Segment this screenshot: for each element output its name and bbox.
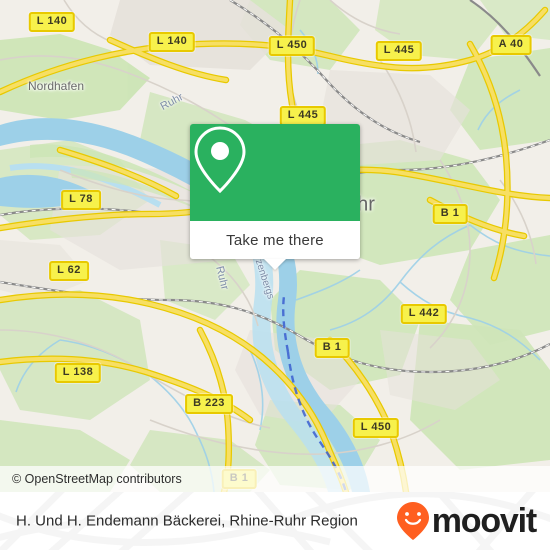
road-shield[interactable]: L 140: [28, 12, 76, 32]
place-label-nordhafen: Nordhafen: [27, 79, 85, 93]
map-screenshot: Ruhr Ruhr Schwarzenbergs Nordhafen hr L …: [0, 0, 550, 550]
map-canvas[interactable]: Ruhr Ruhr Schwarzenbergs Nordhafen hr L …: [0, 0, 550, 492]
road-shield[interactable]: L 450: [352, 418, 400, 438]
road-shield[interactable]: L 442: [400, 304, 448, 324]
road-shield[interactable]: L 445: [279, 106, 327, 126]
page-title: H. Und H. Endemann Bäckerei, Rhine-Ruhr …: [16, 512, 358, 530]
attribution-text: © OpenStreetMap contributors: [12, 472, 182, 486]
take-me-there-button[interactable]: Take me there: [190, 221, 360, 259]
road-shield[interactable]: A 40: [490, 35, 532, 55]
road-shield[interactable]: L 138: [54, 363, 102, 383]
location-callout-card[interactable]: Take me there: [190, 124, 360, 270]
moovit-pin-smiley-icon: [396, 502, 429, 540]
road-shield[interactable]: L 140: [148, 32, 196, 52]
road-shield[interactable]: L 450: [268, 36, 316, 56]
road-shield[interactable]: L 62: [49, 261, 89, 281]
map-attribution-bar: © OpenStreetMap contributors: [0, 466, 550, 492]
footer-bar: H. Und H. Endemann Bäckerei, Rhine-Ruhr …: [0, 492, 550, 550]
road-shield[interactable]: B 1: [314, 338, 350, 358]
moovit-wordmark: moovit: [431, 502, 537, 540]
map-pin-icon: [194, 126, 246, 194]
road-shield[interactable]: L 445: [375, 41, 423, 61]
card-icon-area: [190, 124, 360, 221]
take-me-there-label: Take me there: [226, 231, 324, 249]
road-shield[interactable]: B 223: [185, 394, 233, 414]
moovit-logo[interactable]: moovit: [396, 501, 537, 541]
road-shield[interactable]: L 78: [61, 190, 101, 210]
road-shield[interactable]: B 1: [432, 204, 468, 224]
card-pointer: [264, 259, 286, 270]
